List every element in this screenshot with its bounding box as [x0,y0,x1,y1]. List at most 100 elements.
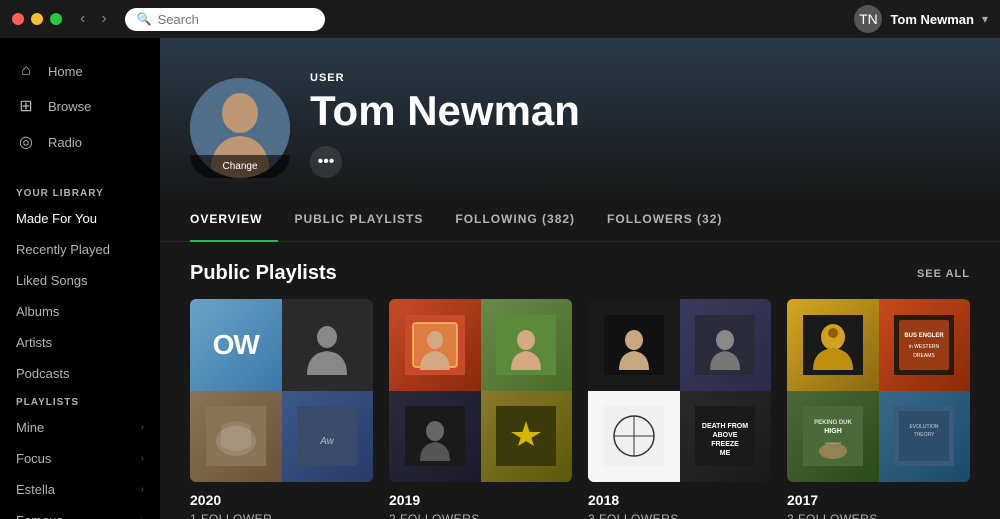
home-icon: ⌂ [16,62,36,80]
sidebar-nav: ⌂ Home ⊞ Browse ◎ Radio [0,54,160,160]
library-section-title: YOUR LIBRARY [0,180,160,203]
forward-button[interactable]: › [95,8,112,30]
maximize-button[interactable] [50,13,62,25]
playlist-mosaic-2018: DEATH FROM ABOVE FREEZE ME [588,299,771,482]
search-input[interactable] [158,12,298,27]
sidebar-item-artists[interactable]: Artists [0,327,160,358]
sidebar-label-made-for-you: Made For You [16,211,97,226]
playlist-followers-2020: 1 FOLLOWER [190,512,373,519]
playlist-card-2019[interactable]: 2019 2 FOLLOWERS [389,299,572,519]
user-info[interactable]: TN Tom Newman ▾ [854,5,988,33]
more-options-button[interactable]: ••• [310,146,342,178]
sidebar-label-famous: Famous [16,513,63,519]
tab-following[interactable]: FOLLOWING (382) [439,198,591,242]
sidebar-item-home[interactable]: ⌂ Home [0,54,160,88]
chevron-down-icon[interactable]: ▾ [982,12,988,26]
playlist-card-2018[interactable]: DEATH FROM ABOVE FREEZE ME 2018 3 FOLLOW… [588,299,771,519]
playlists-section-title: PLAYLISTS [0,389,160,412]
mosaic-cell: PEKING DUK HIGH [787,391,879,483]
profile-header: Change USER Tom Newman ••• [160,38,1000,198]
see-all-button[interactable]: SEE ALL [917,268,970,280]
svg-text:BUS ENGLER: BUS ENGLER [905,333,945,339]
sidebar-label-albums: Albums [16,304,59,319]
playlist-mosaic-2017: BUS ENGLER in WESTERN DREAMS PEKING DUK … [787,299,970,482]
search-icon: 🔍 [137,12,152,26]
close-button[interactable] [12,13,24,25]
sidebar-label-mine: Mine [16,420,44,435]
mosaic-cell: DEATH FROM ABOVE FREEZE ME [680,391,772,483]
svg-text:ME: ME [720,450,731,457]
playlist-followers-2018: 3 FOLLOWERS [588,512,771,519]
sidebar-item-browse[interactable]: ⊞ Browse [0,88,160,124]
sidebar-label-liked-songs: Liked Songs [16,273,88,288]
sidebar-item-liked-songs[interactable]: Liked Songs [0,265,160,296]
sidebar-label-podcasts: Podcasts [16,366,69,381]
browse-icon: ⊞ [16,96,36,116]
mosaic-cell [481,299,573,391]
sidebar-item-estella[interactable]: Estella › [0,474,160,505]
svg-text:ABOVE: ABOVE [713,432,738,439]
mosaic-cell [588,299,680,391]
tabs-bar: OVERVIEW PUBLIC PLAYLISTS FOLLOWING (382… [160,198,1000,242]
mosaic-cell: EVOLUTION THEORY [879,391,971,483]
mosaic-cell [190,391,282,483]
svg-text:in WESTERN: in WESTERN [909,344,940,350]
arrow-icon: › [141,422,144,433]
sidebar-item-focus[interactable]: Focus › [0,443,160,474]
playlist-followers-2019: 2 FOLLOWERS [389,512,572,519]
mosaic-cell [282,299,374,391]
minimize-button[interactable] [31,13,43,25]
main-layout: ⌂ Home ⊞ Browse ◎ Radio YOUR LIBRARY Mad… [0,38,1000,519]
svg-text:Aw: Aw [319,436,334,447]
sidebar-item-albums[interactable]: Albums [0,296,160,327]
sidebar-label-artists: Artists [16,335,52,350]
sidebar-label-estella: Estella [16,482,55,497]
playlist-card-2020[interactable]: OW [190,299,373,519]
playlist-year-2020: 2020 [190,492,373,508]
mosaic-cell [389,391,481,483]
mosaic-cell [588,391,680,483]
sidebar-label-recently-played: Recently Played [16,242,110,257]
avatar: TN [854,5,882,33]
mosaic-cell: OW [190,299,282,391]
mosaic-cell [787,299,879,391]
sidebar-item-recently-played[interactable]: Recently Played [0,234,160,265]
sidebar-item-mine[interactable]: Mine › [0,412,160,443]
playlist-card-2017[interactable]: BUS ENGLER in WESTERN DREAMS PEKING DUK … [787,299,970,519]
search-bar[interactable]: 🔍 [125,8,325,31]
tab-public-playlists[interactable]: PUBLIC PLAYLISTS [278,198,439,242]
mosaic-cell [680,299,772,391]
playlist-mosaic-2020: OW [190,299,373,482]
sidebar-label-home: Home [48,64,83,79]
back-button[interactable]: ‹ [74,8,91,30]
tab-followers[interactable]: FOLLOWERS (32) [591,198,738,242]
playlist-grid: OW [190,299,970,519]
svg-text:PEKING DUK: PEKING DUK [814,420,852,426]
change-avatar-button[interactable]: Change [190,155,290,178]
profile-avatar-wrap: Change [190,78,290,178]
user-name: Tom Newman [890,12,974,27]
tab-overview[interactable]: OVERVIEW [190,198,278,242]
svg-text:EVOLUTION: EVOLUTION [910,424,939,430]
svg-text:DREAMS: DREAMS [914,353,936,359]
sidebar-item-podcasts[interactable]: Podcasts [0,358,160,389]
section-header: Public Playlists SEE ALL [190,262,970,285]
content-area: Change USER Tom Newman ••• OVERVIEW PUBL… [160,38,1000,519]
content-body: Public Playlists SEE ALL OW [160,242,1000,519]
mosaic-cell [389,299,481,391]
sidebar-label-focus: Focus [16,451,51,466]
radio-icon: ◎ [16,132,36,152]
svg-text:DEATH FROM: DEATH FROM [702,423,748,430]
sidebar: ⌂ Home ⊞ Browse ◎ Radio YOUR LIBRARY Mad… [0,38,160,519]
arrow-icon: › [141,515,144,519]
playlist-year-2018: 2018 [588,492,771,508]
arrow-icon: › [141,453,144,464]
sidebar-item-made-for-you[interactable]: Made For You [0,203,160,234]
sidebar-label-browse: Browse [48,99,91,114]
mosaic-cell: Aw [282,391,374,483]
sidebar-item-famous[interactable]: Famous › [0,505,160,519]
sidebar-label-radio: Radio [48,135,82,150]
sidebar-item-radio[interactable]: ◎ Radio [0,124,160,160]
avatar-initials: TN [859,11,878,27]
profile-info: USER Tom Newman ••• [310,72,970,178]
